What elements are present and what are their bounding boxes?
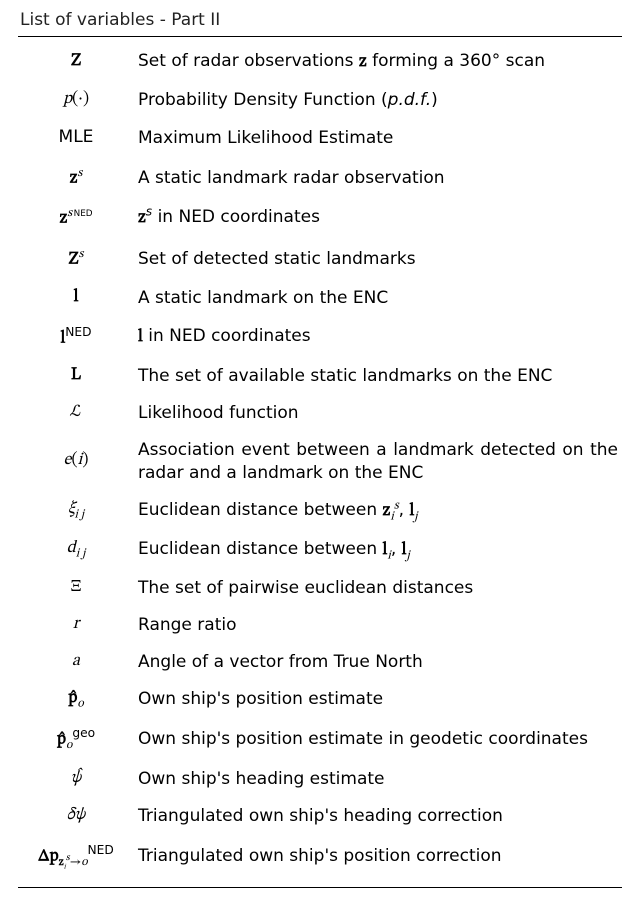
symbol-cell: p̂ogeo [18, 718, 134, 761]
description-cell: Set of radar observations z forming a 36… [134, 43, 622, 82]
table-row: p̂oOwn ship's position estimate [18, 681, 622, 719]
symbol-cell: p̂o [18, 681, 134, 719]
table-row: ξi jEuclidean distance between zis, lj [18, 492, 622, 531]
symbol-cell: Z [18, 43, 134, 82]
description-cell: l in NED coordinates [134, 317, 622, 359]
description-cell: Euclidean distance between zis, lj [134, 492, 622, 531]
symbol-cell: Zs [18, 239, 134, 280]
symbol-cell: p(·) [18, 82, 134, 119]
table-row: lNEDl in NED coordinates [18, 317, 622, 359]
symbol-cell: ψ̂ [18, 761, 134, 798]
symbol-cell: δψ [18, 798, 134, 835]
bottom-rule [18, 887, 622, 888]
top-rule [18, 36, 622, 37]
table-row: ψ̂Own ship's heading estimate [18, 761, 622, 798]
table-row: Δpzis→oNEDTriangulated own ship's positi… [18, 835, 622, 879]
description-cell: Association event between a landmark det… [134, 432, 622, 492]
description-cell: Probability Density Function (p.d.f.) [134, 82, 622, 119]
description-cell: Set of detected static landmarks [134, 239, 622, 280]
description-cell: A static landmark radar observation [134, 158, 622, 199]
description-cell: Maximum Likelihood Estimate [134, 119, 622, 158]
symbol-cell: ξi j [18, 492, 134, 531]
table-row: LThe set of available static landmarks o… [18, 358, 622, 395]
table-row: ZSet of radar observations z forming a 3… [18, 43, 622, 82]
table-row: e(i)Association event between a landmark… [18, 432, 622, 492]
description-cell: Triangulated own ship's position correct… [134, 835, 622, 879]
table-row: ZsSet of detected static landmarks [18, 239, 622, 280]
description-cell: Range ratio [134, 607, 622, 644]
table-row: di jEuclidean distance between li, lj [18, 531, 622, 570]
symbol-cell: e(i) [18, 432, 134, 492]
description-cell: Own ship's position estimate [134, 681, 622, 719]
description-cell: Own ship's heading estimate [134, 761, 622, 798]
symbol-cell: Ξ [18, 570, 134, 607]
description-cell: Euclidean distance between li, lj [134, 531, 622, 570]
table-row: δψTriangulated own ship's heading correc… [18, 798, 622, 835]
table-row: zs NEDzs in NED coordinates [18, 198, 622, 239]
description-cell: A static landmark on the ENC [134, 280, 622, 317]
table-caption: List of variables - Part II [20, 10, 622, 30]
symbol-cell: l [18, 280, 134, 317]
symbol-cell: MLE [18, 119, 134, 158]
table-row: p̂ogeoOwn ship's position estimate in ge… [18, 718, 622, 761]
table-row: p(·)Probability Density Function (p.d.f.… [18, 82, 622, 119]
description-cell: The set of pairwise euclidean distances [134, 570, 622, 607]
symbol-cell: lNED [18, 317, 134, 359]
description-cell: Own ship's position estimate in geodetic… [134, 718, 622, 761]
symbol-cell: r [18, 607, 134, 644]
symbol-cell: a [18, 644, 134, 681]
symbol-cell: L [18, 358, 134, 395]
symbol-cell: Δpzis→oNED [18, 835, 134, 879]
symbol-cell: di j [18, 531, 134, 570]
symbol-cell: ℒ [18, 395, 134, 432]
variables-table: ZSet of radar observations z forming a 3… [18, 43, 622, 879]
table-row: zsA static landmark radar observation [18, 158, 622, 199]
table-row: lA static landmark on the ENC [18, 280, 622, 317]
description-cell: Likelihood function [134, 395, 622, 432]
table-row: ℒLikelihood function [18, 395, 622, 432]
table-row: aAngle of a vector from True North [18, 644, 622, 681]
symbol-cell: zs [18, 158, 134, 199]
description-cell: zs in NED coordinates [134, 198, 622, 239]
table-row: MLEMaximum Likelihood Estimate [18, 119, 622, 158]
table-row: ΞThe set of pairwise euclidean distances [18, 570, 622, 607]
table-row: rRange ratio [18, 607, 622, 644]
description-cell: The set of available static landmarks on… [134, 358, 622, 395]
symbol-cell: zs NED [18, 198, 134, 239]
description-cell: Angle of a vector from True North [134, 644, 622, 681]
description-cell: Triangulated own ship's heading correcti… [134, 798, 622, 835]
